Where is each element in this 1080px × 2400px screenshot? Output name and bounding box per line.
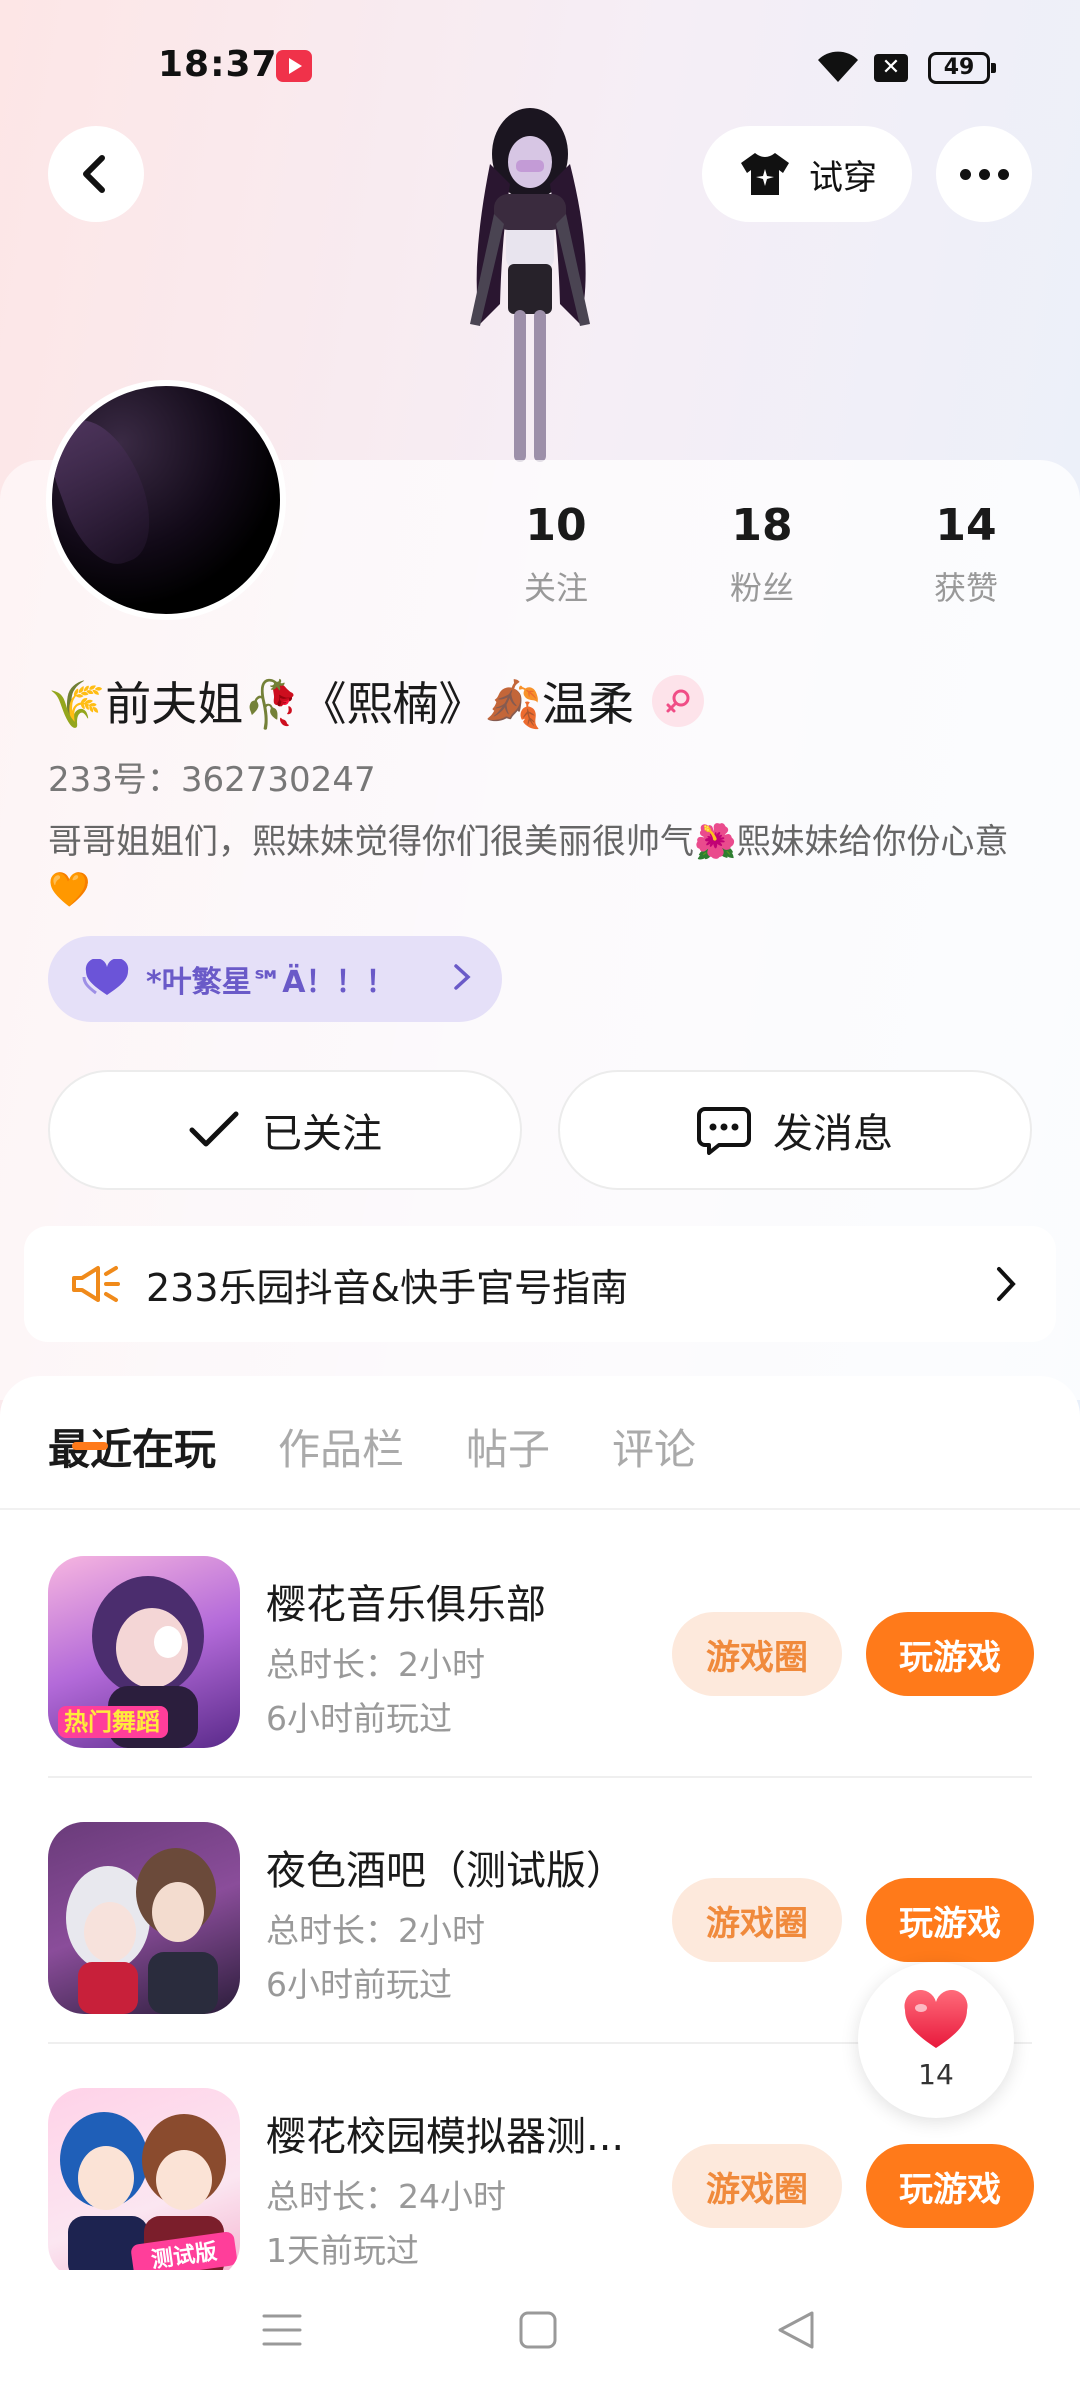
game-duration: 总时长：24小时: [266, 2177, 506, 2216]
game-icon-sakura-school-simulator[interactable]: 测试版: [48, 2088, 240, 2280]
chevron-right-icon: [997, 1267, 1016, 1301]
stat-fans[interactable]: 18 粉丝: [682, 500, 842, 609]
tab-posts[interactable]: 帖子: [466, 1416, 550, 1477]
try-on-label: 试穿: [809, 157, 877, 198]
more-options-button[interactable]: [936, 126, 1032, 222]
megaphone-icon: [72, 1266, 120, 1302]
status-time: 18:37: [158, 44, 278, 85]
nickname: 🌾前夫姐🥀《熙楠》🍂温柔: [48, 677, 634, 731]
back-arrow-icon: [83, 155, 105, 193]
stat-value: 14: [935, 500, 997, 551]
content-area: 最近在玩 作品栏 帖子 评论 热门舞蹈 樱花音乐俱乐部 总时长：2小时 6小时前…: [0, 1376, 1080, 2400]
game-name: 樱花校园模拟器测...: [266, 2114, 625, 2160]
game-last-played: 6小时前玩过: [266, 1699, 452, 1738]
play-game-button[interactable]: 玩游戏: [866, 1878, 1034, 1962]
system-nav-bar: [0, 2270, 1080, 2400]
game-icon-night-bar[interactable]: [48, 1822, 240, 2014]
notice-text: 233乐园抖音&快手官号指南: [146, 1265, 629, 1310]
send-message-label: 发消息: [773, 1111, 893, 1157]
profile-tabs: 最近在玩 作品栏 帖子 评论: [48, 1416, 696, 1477]
nickname-row: 🌾前夫姐🥀《熙楠》🍂温柔: [48, 668, 704, 734]
game-icon-sakura-music-club[interactable]: 热门舞蹈: [48, 1556, 240, 1748]
user-bio: 哥哥姐姐们，熙妹妹觉得你们很美丽很帅气🌺熙妹妹给你份心意🧡: [48, 822, 1009, 910]
tab-indicator: [72, 1442, 108, 1450]
like-count: 14: [918, 2057, 954, 2091]
notice-bar[interactable]: 233乐园抖音&快手官号指南: [24, 1226, 1056, 1342]
stat-value: 10: [525, 500, 587, 551]
play-game-button[interactable]: 玩游戏: [866, 2144, 1034, 2228]
video-app-notification-icon: [276, 50, 312, 82]
heart-icon: [904, 1989, 968, 2048]
tshirt-icon: [741, 153, 789, 195]
game-duration: 总时长：2小时: [266, 1911, 485, 1950]
guild-name: *叶繁星℠Ä！！！: [146, 965, 396, 1000]
stat-label: 获赞: [933, 569, 998, 607]
guild-badge[interactable]: *叶繁星℠Ä！！！: [48, 936, 502, 1022]
tab-works[interactable]: 作品栏: [278, 1416, 404, 1477]
chat-bubble-icon: [697, 1107, 751, 1155]
stat-following[interactable]: 10 关注: [476, 500, 636, 609]
try-on-button[interactable]: 试穿: [702, 126, 912, 222]
stat-label: 粉丝: [729, 569, 794, 607]
game-circle-button[interactable]: 游戏圈: [672, 2144, 842, 2228]
game-duration: 总时长：2小时: [266, 1645, 485, 1684]
stat-value: 18: [731, 500, 793, 551]
game-icon-badge: 热门舞蹈: [64, 1708, 160, 1736]
menu-icon[interactable]: [262, 2310, 302, 2350]
following-label: 已关注: [262, 1111, 382, 1157]
chevron-right-icon: [454, 964, 471, 990]
user-id: 233号：362730247: [48, 760, 376, 800]
battery-icon: 49: [928, 52, 996, 84]
wifi-icon: [818, 51, 858, 82]
back-triangle-icon[interactable]: [776, 2310, 816, 2350]
game-circle-button[interactable]: 游戏圈: [672, 1612, 842, 1696]
play-game-button[interactable]: 玩游戏: [866, 1612, 1034, 1696]
stat-likes[interactable]: 14 获赞: [886, 500, 1046, 609]
game-last-played: 1天前玩过: [266, 2231, 419, 2270]
game-name: 樱花音乐俱乐部: [266, 1582, 546, 1628]
stat-label: 关注: [523, 569, 588, 607]
game-circle-button[interactable]: 游戏圈: [672, 1878, 842, 1962]
home-square-icon[interactable]: [518, 2310, 558, 2350]
more-dots-icon: [959, 168, 1009, 180]
avatar-3d-figure[interactable]: [430, 104, 630, 464]
tab-comments[interactable]: 评论: [612, 1416, 696, 1477]
game-row[interactable]: 热门舞蹈 樱花音乐俱乐部 总时长：2小时 6小时前玩过 游戏圈 玩游戏: [48, 1512, 1034, 1778]
no-sim-icon: ✕: [874, 54, 908, 82]
send-message-button[interactable]: 发消息: [558, 1070, 1032, 1190]
purple-heart-icon: [82, 959, 129, 995]
game-last-played: 6小时前玩过: [266, 1965, 452, 2004]
female-gender-icon: [651, 675, 704, 727]
like-button[interactable]: 14: [858, 1962, 1014, 2118]
game-name: 夜色酒吧（测试版）: [266, 1848, 626, 1894]
back-button[interactable]: [48, 126, 144, 222]
user-avatar[interactable]: [46, 380, 286, 620]
following-button[interactable]: 已关注: [48, 1070, 522, 1190]
check-icon: [189, 1111, 239, 1147]
divider: [0, 1508, 1080, 1510]
